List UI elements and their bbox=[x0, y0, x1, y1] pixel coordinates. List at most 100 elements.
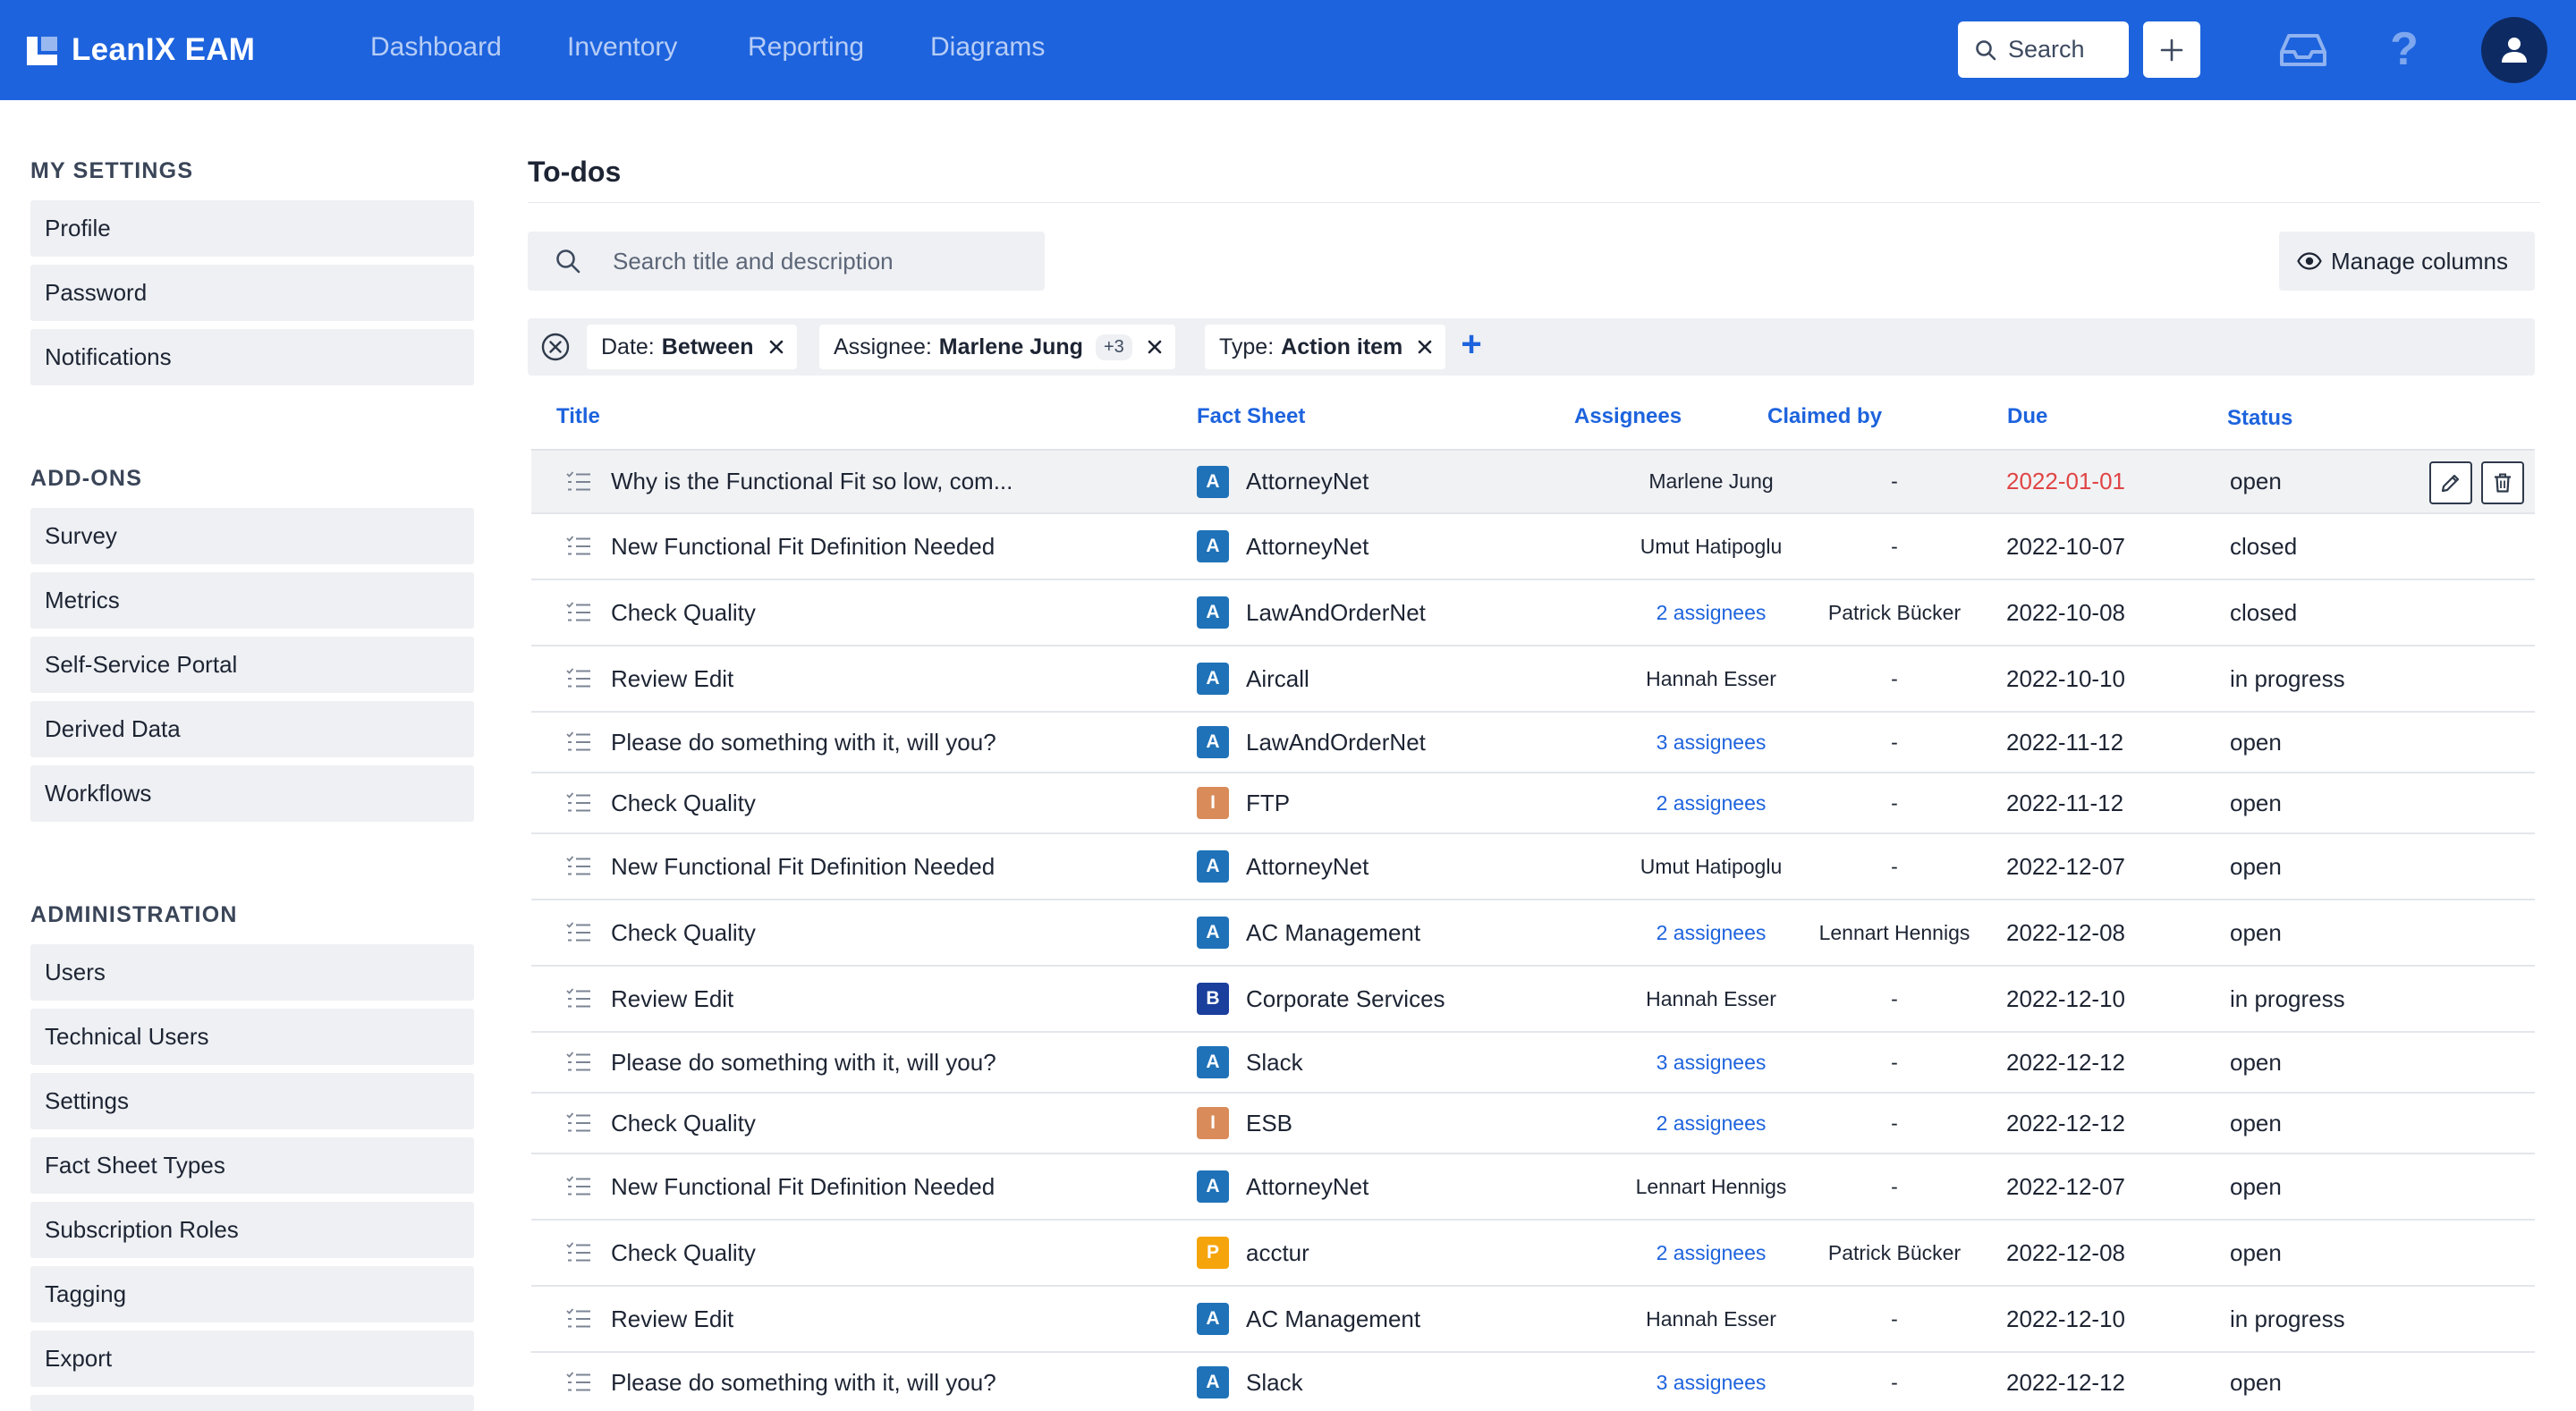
table-row[interactable]: Review Edit A AC Management Hannah Esser -20… bbox=[531, 1287, 2535, 1353]
edit-button[interactable] bbox=[2429, 461, 2472, 504]
todo-search-input[interactable] bbox=[613, 247, 1033, 275]
todo-title[interactable]: Please do something with it, will you? bbox=[611, 1033, 996, 1092]
table-row[interactable]: Why is the Functional Fit so low, com...… bbox=[531, 451, 2535, 514]
nav-dashboard[interactable]: Dashboard bbox=[370, 32, 502, 63]
fact-sheet-name: LawAndOrderNet bbox=[1246, 598, 1426, 626]
todo-type-cell bbox=[565, 1221, 592, 1285]
global-search-button[interactable]: Search bbox=[1958, 21, 2129, 78]
inbox-tray-icon[interactable] bbox=[2278, 30, 2328, 70]
sidebar-item-technical-users[interactable]: Technical Users bbox=[30, 1009, 474, 1065]
sidebar-item-derived-data[interactable]: Derived Data bbox=[30, 701, 474, 757]
fact-sheet-cell[interactable]: A Slack bbox=[1197, 1353, 1303, 1411]
sidebar-item-partial[interactable] bbox=[30, 1395, 474, 1411]
filter-chip-assignee[interactable]: Assignee: Marlene Jung +3 bbox=[819, 325, 1175, 369]
manage-columns-button[interactable]: Manage columns bbox=[2279, 232, 2535, 291]
filter-chip-date[interactable]: Date: Between bbox=[587, 325, 797, 369]
todo-title[interactable]: New Functional Fit Definition Needed bbox=[611, 514, 995, 579]
column-header-fact-sheet[interactable]: Fact Sheet bbox=[1197, 404, 1305, 429]
fact-sheet-cell[interactable]: B Corporate Services bbox=[1197, 967, 1445, 1031]
todo-title[interactable]: New Functional Fit Definition Needed bbox=[611, 1154, 995, 1219]
column-header-claimed-by[interactable]: Claimed by bbox=[1767, 404, 1882, 429]
fact-sheet-cell[interactable]: A AC Management bbox=[1197, 900, 1420, 965]
sidebar-item-tagging[interactable]: Tagging bbox=[30, 1266, 474, 1322]
sidebar-item-subscription-roles[interactable]: Subscription Roles bbox=[30, 1202, 474, 1258]
todo-title[interactable]: Check Quality bbox=[611, 900, 756, 965]
fact-sheet-cell[interactable]: A Slack bbox=[1197, 1033, 1303, 1092]
column-header-title[interactable]: Title bbox=[556, 404, 600, 429]
todo-search-box[interactable] bbox=[528, 232, 1045, 291]
close-icon[interactable] bbox=[1147, 339, 1163, 355]
fact-sheet-cell[interactable]: I ESB bbox=[1197, 1094, 1292, 1153]
todo-checklist-icon bbox=[566, 922, 590, 942]
todo-title[interactable]: Review Edit bbox=[611, 967, 733, 1031]
sidebar-item-export[interactable]: Export bbox=[30, 1331, 474, 1387]
table-row[interactable]: Review Edit A Aircall Hannah Esser -2022-10-… bbox=[531, 646, 2535, 713]
todo-checklist-icon bbox=[566, 856, 590, 875]
sidebar-item-survey[interactable]: Survey bbox=[30, 508, 474, 564]
todo-title[interactable]: Please do something with it, will you? bbox=[611, 1353, 996, 1411]
column-header-assignees[interactable]: Assignees bbox=[1574, 404, 1682, 429]
close-icon[interactable] bbox=[768, 339, 784, 355]
todo-title[interactable]: Check Quality bbox=[611, 580, 756, 645]
fact-sheet-cell[interactable]: A AttorneyNet bbox=[1197, 514, 1368, 579]
fact-sheet-cell[interactable]: Pacctur bbox=[1197, 1221, 1309, 1285]
filter-chip-type[interactable]: Type: Action item bbox=[1205, 325, 1446, 369]
nav-diagrams[interactable]: Diagrams bbox=[930, 32, 1045, 63]
close-icon[interactable] bbox=[1417, 339, 1433, 355]
fact-sheet-cell[interactable]: I FTP bbox=[1197, 773, 1290, 832]
fact-sheet-cell[interactable]: A LawAndOrderNet bbox=[1197, 580, 1426, 645]
todo-title[interactable]: Check Quality bbox=[611, 1221, 756, 1285]
fact-sheet-type-badge: A bbox=[1197, 1366, 1229, 1398]
table-row[interactable]: Check Quality Pacctur 2 assignees Patrick B… bbox=[531, 1221, 2535, 1287]
todo-title[interactable]: Check Quality bbox=[611, 1094, 756, 1153]
sidebar-item-fact-sheet-types[interactable]: Fact Sheet Types bbox=[30, 1137, 474, 1194]
table-row[interactable]: Please do something with it, will you? A S… bbox=[531, 1033, 2535, 1094]
fact-sheet-cell[interactable]: A LawAndOrderNet bbox=[1197, 713, 1426, 772]
todo-checklist-icon bbox=[566, 1112, 590, 1132]
sidebar-item-self-service-portal[interactable]: Self-Service Portal bbox=[30, 637, 474, 693]
table-row[interactable]: Review Edit B Corporate Services Hannah Ess… bbox=[531, 967, 2535, 1033]
fact-sheet-name: LawAndOrderNet bbox=[1246, 728, 1426, 756]
sidebar-item-workflows[interactable]: Workflows bbox=[30, 765, 474, 822]
table-row[interactable]: Check Quality I ESB 2 assignees -2022-12-12 o… bbox=[531, 1094, 2535, 1154]
table-row[interactable]: New Functional Fit Definition Needed A Att… bbox=[531, 514, 2535, 580]
eye-icon bbox=[2297, 252, 2322, 270]
due-date: 2022-10-08 bbox=[2006, 598, 2125, 626]
sidebar-item-password[interactable]: Password bbox=[30, 265, 474, 321]
add-filter-button[interactable]: + bbox=[1457, 326, 1486, 366]
nav-reporting[interactable]: Reporting bbox=[748, 32, 864, 63]
todo-title[interactable]: New Functional Fit Definition Needed bbox=[611, 834, 995, 899]
table-row[interactable]: New Functional Fit Definition Needed A Att… bbox=[531, 1154, 2535, 1221]
nav-inventory[interactable]: Inventory bbox=[567, 32, 677, 63]
delete-button[interactable] bbox=[2481, 461, 2524, 504]
fact-sheet-type-badge: A bbox=[1197, 663, 1229, 695]
table-row[interactable]: Check Quality A AC Management 2 assignees Le… bbox=[531, 900, 2535, 967]
table-row[interactable]: Please do something with it, will you? A L… bbox=[531, 713, 2535, 773]
todo-title[interactable]: Please do something with it, will you? bbox=[611, 713, 996, 772]
fact-sheet-cell[interactable]: A Aircall bbox=[1197, 646, 1309, 711]
sidebar-item-settings[interactable]: Settings bbox=[30, 1073, 474, 1129]
todo-title[interactable]: Check Quality bbox=[611, 773, 756, 832]
todo-title[interactable]: Review Edit bbox=[611, 1287, 733, 1351]
table-row[interactable]: Check Quality I FTP 2 assignees -2022-11-12 o… bbox=[531, 773, 2535, 834]
user-avatar[interactable] bbox=[2481, 17, 2547, 83]
column-header-due[interactable]: Due bbox=[2007, 404, 2047, 429]
fact-sheet-cell[interactable]: A AttorneyNet bbox=[1197, 451, 1368, 512]
help-icon[interactable]: ? bbox=[2386, 22, 2422, 76]
todo-title[interactable]: Why is the Functional Fit so low, com... bbox=[611, 451, 1013, 512]
app-logo[interactable]: LeanIX EAM bbox=[25, 29, 255, 72]
fact-sheet-cell[interactable]: A AC Management bbox=[1197, 1287, 1420, 1351]
sidebar-item-notifications[interactable]: Notifications bbox=[30, 329, 474, 385]
create-new-button[interactable] bbox=[2143, 21, 2200, 78]
table-row[interactable]: New Functional Fit Definition Needed A Att… bbox=[531, 834, 2535, 900]
column-header-status[interactable]: Status bbox=[2227, 406, 2292, 431]
fact-sheet-cell[interactable]: A AttorneyNet bbox=[1197, 834, 1368, 899]
fact-sheet-cell[interactable]: A AttorneyNet bbox=[1197, 1154, 1368, 1219]
clear-filters-icon[interactable] bbox=[540, 332, 571, 362]
sidebar-item-profile[interactable]: Profile bbox=[30, 200, 474, 257]
todo-title[interactable]: Review Edit bbox=[611, 646, 733, 711]
table-row[interactable]: Check Quality A LawAndOrderNet 2 assignees P… bbox=[531, 580, 2535, 646]
table-row[interactable]: Please do something with it, will you? A S… bbox=[531, 1353, 2535, 1411]
sidebar-item-metrics[interactable]: Metrics bbox=[30, 572, 474, 629]
sidebar-item-users[interactable]: Users bbox=[30, 944, 474, 1001]
